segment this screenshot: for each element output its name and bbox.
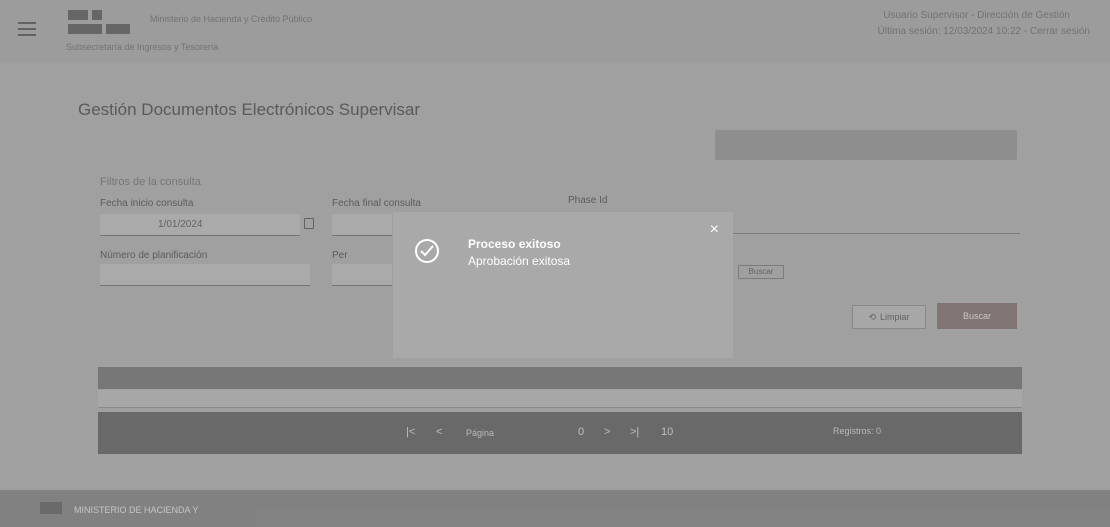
check-circle-icon (415, 239, 439, 263)
close-icon[interactable]: × (710, 222, 719, 238)
success-dialog: × Proceso exitoso Aprobación exitosa (393, 212, 733, 358)
dialog-message: Aprobación exitosa (468, 254, 571, 268)
dialog-title: Proceso exitoso (468, 237, 561, 251)
